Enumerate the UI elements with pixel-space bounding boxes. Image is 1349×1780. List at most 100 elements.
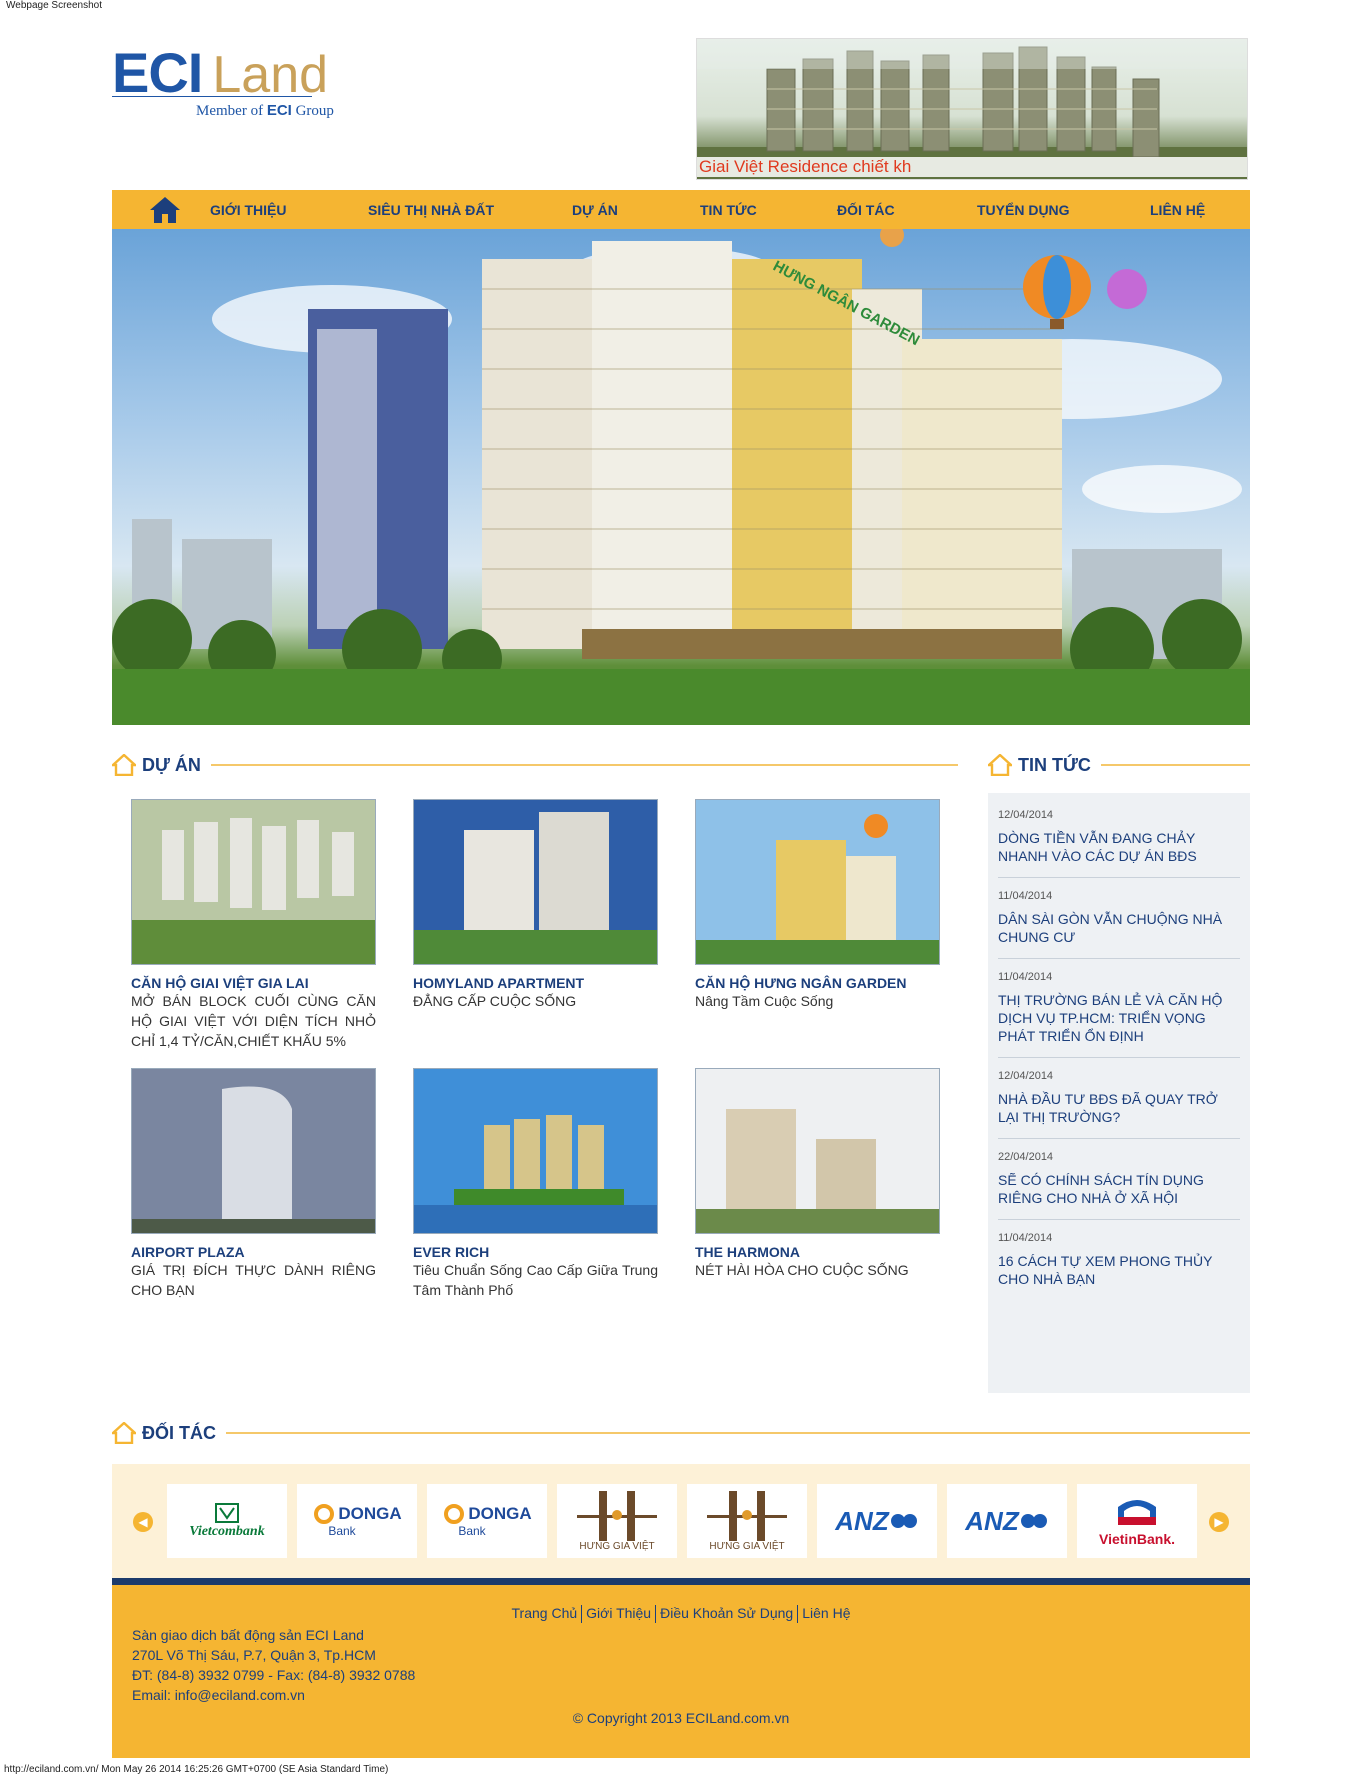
project-desc: Nâng Tầm Cuộc Sống [695, 993, 834, 1009]
partner-name: HƯNG GIA VIỆT [709, 1540, 785, 1552]
projects-rule [210, 764, 958, 766]
partner-name: ANZ [835, 1505, 889, 1536]
partners-title: ĐỐI TÁC [142, 1422, 216, 1443]
chevron-left-icon: ◀ [138, 1515, 148, 1529]
hero-image: HƯNG NGÂN GARDEN [112, 229, 1250, 725]
news-item[interactable]: 11/04/2014 16 CÁCH TỰ XEM PHONG THỦY CHO… [998, 1232, 1240, 1300]
banner-caption: Giai Việt Residence chiết kh [697, 157, 1247, 177]
project-desc: GIÁ TRỊ ĐÍCH THỰC DÀNH RIÊNG CHO BẠN [131, 1262, 376, 1298]
vietcombank-icon [215, 1503, 239, 1523]
donga-icon [314, 1504, 335, 1524]
donga-icon [444, 1504, 465, 1524]
news-item[interactable]: 22/04/2014 SẼ CÓ CHÍNH SÁCH TÍN DỤNG RIÊ… [998, 1151, 1240, 1220]
project-card[interactable]: AIRPORT PLAZA GIÁ TRỊ ĐÍCH THỰC DÀNH RIÊ… [131, 1068, 376, 1300]
hero-banner[interactable]: HƯNG NGÂN GARDEN [112, 229, 1250, 725]
project-thumbnail[interactable] [413, 799, 658, 965]
project-name[interactable]: EVER RICH [413, 1244, 658, 1260]
footer-email[interactable]: Email: info@eciland.com.vn [132, 1685, 415, 1705]
news-link[interactable]: DÒNG TIỀN VẪN ĐANG CHẢY NHANH VÀO CÁC DỰ… [998, 829, 1240, 865]
carousel-prev-button[interactable]: ◀ [133, 1512, 153, 1532]
partner-logo-vietcombank[interactable]: Vietcombank [167, 1484, 287, 1558]
nav-tin-tuc[interactable]: TIN TỨC [700, 202, 757, 218]
news-rule [1100, 764, 1250, 766]
partner-name: Vietcombank [189, 1524, 265, 1539]
news-date: 22/04/2014 [998, 1151, 1054, 1163]
project-image [696, 800, 939, 964]
home-button[interactable] [140, 190, 190, 229]
project-name[interactable]: THE HARMONA [695, 1244, 940, 1260]
project-image [132, 1069, 375, 1233]
logo-eci: ECI [112, 41, 203, 104]
logo-tagline: Member of ECI Group [196, 102, 334, 120]
partners-rule [226, 1432, 1250, 1434]
partner-name: ANZ [965, 1505, 1019, 1536]
news-link[interactable]: NHÀ ĐẦU TƯ BĐS ĐÃ QUAY TRỞ LẠI THỊ TRƯỜN… [998, 1090, 1240, 1126]
header-banner[interactable]: Giai Việt Residence chiết kh [696, 38, 1248, 180]
footer-link-lien-he[interactable]: Liên Hệ [802, 1605, 850, 1621]
news-item[interactable]: 12/04/2014 DÒNG TIỀN VẪN ĐANG CHẢY NHANH… [998, 809, 1240, 878]
projects-heading: DỰ ÁN [112, 750, 958, 780]
news-date: 11/04/2014 [998, 971, 1053, 983]
partner-logo-anz[interactable]: ANZ [817, 1484, 937, 1558]
footer-copyright: © Copyright 2013 ECILand.com.vn [572, 1710, 790, 1726]
partner-name: HƯNG GIA VIỆT [579, 1540, 655, 1552]
footer-link-gioi-thieu[interactable]: Giới Thiệu [586, 1605, 651, 1621]
partner-logo-hung-gia-viet[interactable]: HƯNG GIA VIỆT [557, 1484, 677, 1558]
project-name[interactable]: CĂN HỘ HƯNG NGÂN GARDEN [695, 975, 940, 991]
anz-icon [890, 1514, 917, 1528]
partner-logo-anz[interactable]: ANZ [947, 1484, 1067, 1558]
news-link[interactable]: SẼ CÓ CHÍNH SÁCH TÍN DỤNG RIÊNG CHO NHÀ … [998, 1171, 1240, 1207]
partner-name: DONGA [338, 1504, 402, 1523]
project-thumbnail[interactable] [695, 799, 940, 965]
project-name[interactable]: AIRPORT PLAZA [131, 1244, 376, 1260]
nav-lien-he[interactable]: LIÊN HỆ [1150, 202, 1205, 218]
chevron-right-icon: ▶ [1214, 1515, 1224, 1529]
news-list: 12/04/2014 DÒNG TIỀN VẪN ĐANG CHẢY NHANH… [988, 793, 1250, 1393]
project-thumbnail[interactable] [695, 1068, 940, 1234]
house-icon [988, 754, 1012, 776]
project-image [414, 800, 657, 964]
partner-logo-donga[interactable]: DONGA Bank [427, 1484, 547, 1558]
nav-gioi-thieu[interactable]: GIỚI THIỆU [210, 202, 287, 218]
house-icon [112, 754, 136, 776]
news-link[interactable]: THỊ TRƯỜNG BÁN LẺ VÀ CĂN HỘ DỊCH VỤ TP.H… [998, 991, 1240, 1045]
carousel-next-button[interactable]: ▶ [1209, 1512, 1229, 1532]
news-item[interactable]: 11/04/2014 DÂN SÀI GÒN VẪN CHUỘNG NHÀ CH… [998, 890, 1240, 959]
project-card[interactable]: HOMYLAND APARTMENT ĐẲNG CẤP CUỘC SỐNG [413, 799, 658, 1011]
news-item[interactable]: 12/04/2014 NHÀ ĐẦU TƯ BĐS ĐÃ QUAY TRỞ LẠ… [998, 1070, 1240, 1139]
projects-title: DỰ ÁN [142, 754, 201, 775]
news-heading: TIN TỨC [988, 750, 1250, 780]
project-card[interactable]: CĂN HỘ HƯNG NGÂN GARDEN Nâng Tầm Cuộc Số… [695, 799, 940, 1011]
news-date: 11/04/2014 [998, 890, 1053, 902]
link-separator [797, 1605, 799, 1624]
nav-doi-tac[interactable]: ĐỐI TÁC [837, 202, 895, 218]
partner-sub: Bank [458, 1524, 486, 1538]
hung-gia-viet-icon [577, 1490, 657, 1541]
link-separator [655, 1605, 657, 1624]
site-logo[interactable]: ECI Land Member of ECI Group [112, 40, 352, 130]
project-card[interactable]: EVER RICH Tiêu Chuẩn Sống Cao Cấp Giữa T… [413, 1068, 658, 1300]
partner-name: DONGA [468, 1504, 532, 1523]
logo-underline [112, 96, 312, 97]
news-link[interactable]: DÂN SÀI GÒN VẪN CHUỘNG NHÀ CHUNG CƯ [998, 910, 1240, 946]
news-link[interactable]: 16 CÁCH TỰ XEM PHONG THỦY CHO NHÀ BẠN [998, 1252, 1240, 1288]
anz-icon [1020, 1514, 1047, 1528]
partner-sub: Bank [328, 1524, 356, 1538]
partner-logo-donga[interactable]: DONGA Bank [297, 1484, 417, 1558]
partner-logo-hung-gia-viet[interactable]: HƯNG GIA VIỆT [687, 1484, 807, 1558]
project-thumbnail[interactable] [131, 1068, 376, 1234]
logo-member-text: Member of [196, 103, 264, 119]
project-name[interactable]: CĂN HỘ GIAI VIỆT GIA LAI [131, 975, 376, 991]
footer-link-dieu-khoan[interactable]: Điều Khoản Sử Dụng [660, 1605, 793, 1621]
nav-du-an[interactable]: DỰ ÁN [572, 202, 618, 218]
project-thumbnail[interactable] [131, 799, 376, 965]
nav-tuyen-dung[interactable]: TUYỂN DỤNG [977, 202, 1070, 218]
footer-link-trang-chu[interactable]: Trang Chủ [512, 1605, 578, 1621]
news-item[interactable]: 11/04/2014 THỊ TRƯỜNG BÁN LẺ VÀ CĂN HỘ D… [998, 971, 1240, 1058]
project-card[interactable]: THE HARMONA NÉT HÀI HÒA CHO CUỘC SỐNG [695, 1068, 940, 1280]
project-thumbnail[interactable] [413, 1068, 658, 1234]
partner-logo-vietinbank[interactable]: VietinBank. [1077, 1484, 1197, 1558]
nav-sieu-thi-nha-dat[interactable]: SIÊU THỊ NHÀ ĐẤT [368, 202, 494, 218]
project-card[interactable]: CĂN HỘ GIAI VIỆT GIA LAI MỞ BÁN BLOCK CU… [131, 799, 376, 1051]
project-name[interactable]: HOMYLAND APARTMENT [413, 975, 658, 991]
